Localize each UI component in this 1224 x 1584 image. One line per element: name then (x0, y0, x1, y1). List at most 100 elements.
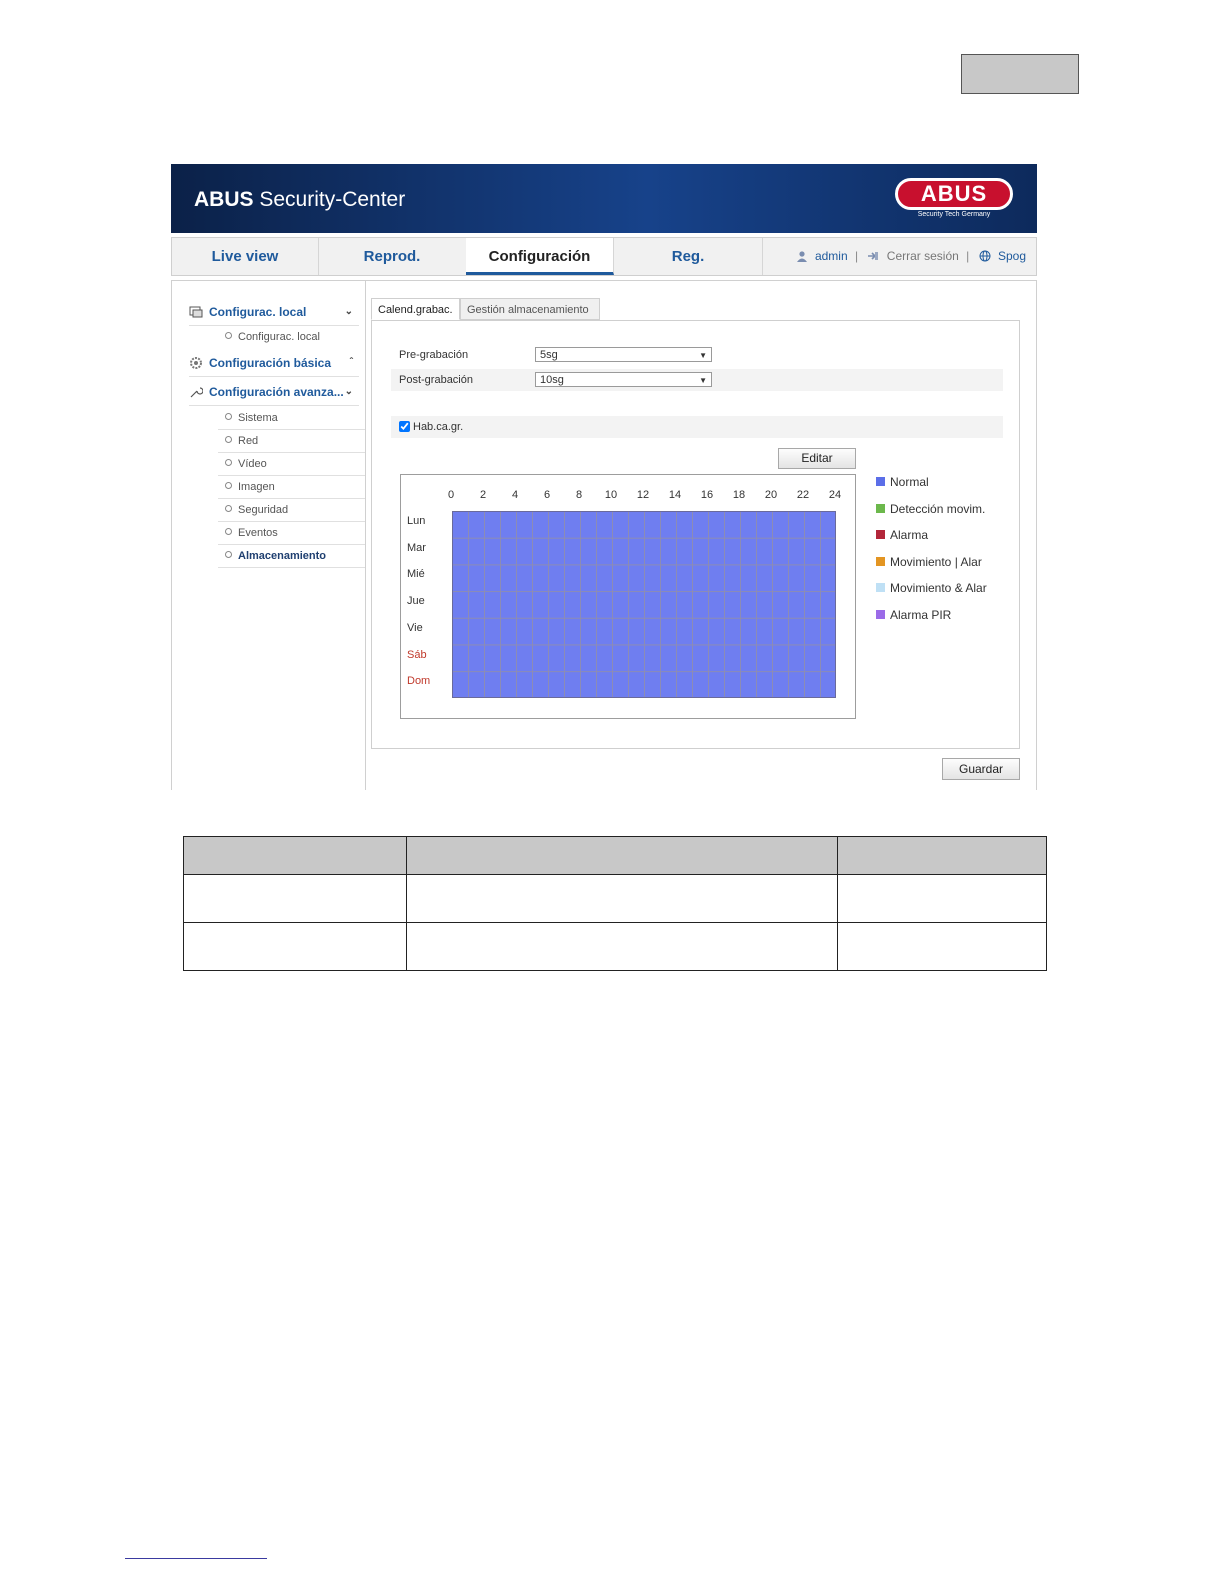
tab-gestion-almacenamiento[interactable]: Gestión almacenamiento (460, 298, 600, 320)
hour-label: 2 (479, 489, 487, 501)
separator: | (966, 249, 970, 263)
table-cell (183, 922, 407, 971)
legend-swatch (876, 583, 885, 593)
hour-label: 24 (828, 489, 842, 501)
hour-label: 16 (700, 489, 714, 501)
sidebar-item-video[interactable]: Vídeo (218, 453, 365, 476)
wrench-icon (190, 387, 203, 398)
day-label: Dom (407, 675, 431, 688)
day-label: Mié (407, 568, 425, 581)
user-bar: admin | Cerrar sesión | Spog (796, 238, 1026, 275)
sidebar-item-seguridad[interactable]: Seguridad (218, 499, 365, 522)
legend-swatch (876, 556, 885, 566)
table-cell (183, 874, 407, 923)
enable-recording-row: Hab.ca.gr. (399, 421, 463, 433)
description-table (183, 836, 1047, 971)
legend-label: Alarma (890, 528, 929, 543)
sidebar-item-configurac-local[interactable]: Configurac. local (218, 326, 365, 348)
sidebar-item-sistema[interactable]: Sistema (218, 407, 365, 430)
user-icon (796, 251, 807, 262)
page-number-box (961, 54, 1079, 94)
legend-label: Normal (890, 475, 929, 489)
day-label: Lun (407, 515, 426, 527)
globe-icon (979, 250, 991, 262)
sidebar-section-local[interactable]: Configurac. local ⌄ (189, 299, 359, 326)
tab-configuracion[interactable]: Configuración (466, 238, 614, 275)
language-link[interactable]: Spog (998, 249, 1026, 263)
dropdown-arrow-icon: ▼ (699, 376, 707, 385)
sidebar-item-imagen[interactable]: Imagen (218, 476, 365, 499)
legend-item: Alarma PIR (876, 608, 951, 622)
hour-label: 18 (732, 489, 746, 501)
sidebar-item-almacenamiento[interactable]: Almacenamiento (218, 545, 365, 568)
separator: | (854, 249, 859, 263)
post-recording-label: Post-grabación (399, 374, 473, 386)
legend-label: Detección movim. (890, 501, 986, 516)
legend-swatch (876, 610, 885, 619)
pre-recording-select[interactable]: 5sg ▼ (535, 347, 712, 362)
enable-recording-checkbox[interactable] (399, 421, 410, 432)
day-label: Sáb (407, 648, 427, 661)
table-header-cell (406, 836, 838, 875)
table-cell (406, 922, 838, 971)
row-background (391, 416, 1003, 438)
tab-reprod[interactable]: Reprod. (318, 238, 467, 275)
schedule-grid[interactable] (452, 511, 836, 698)
chevron-down-icon: ⌄ (344, 386, 353, 397)
gear-icon (190, 357, 202, 369)
tab-calend-grabac[interactable]: Calend.grabac. (371, 298, 460, 320)
day-label: Jue (407, 595, 425, 608)
sidebar: Configurac. local ⌄ Configurac. local Co… (171, 280, 366, 790)
logout-link[interactable]: Cerrar sesión (887, 249, 959, 263)
post-recording-select[interactable]: 10sg ▼ (535, 372, 712, 387)
header-banner: ABUS Security-Center ABUS Security Tech … (171, 164, 1037, 233)
edit-button[interactable]: Editar (778, 448, 856, 469)
schedule-grid-box: 0 2 4 6 8 10 12 14 16 18 20 22 24 Lun Mar Mié Jue Vie Sáb… (400, 474, 856, 719)
sidebar-item-red[interactable]: Red (218, 430, 365, 453)
abus-app-window: ABUS Security-Center ABUS Security Tech … (171, 164, 1037, 790)
legend-label: Movimiento & Alar (890, 581, 987, 596)
hour-label: 20 (764, 489, 778, 501)
sidebar-section-basica[interactable]: Configuración básica ˆ (189, 350, 359, 377)
table-header-row (183, 836, 1047, 875)
legend-label: Movimiento | Alar (890, 554, 982, 569)
user-link[interactable]: admin (815, 249, 848, 263)
abus-logo-tagline: Security Tech Germany (917, 211, 991, 218)
hour-label: 14 (668, 489, 682, 501)
tab-live-view[interactable]: Live view (172, 238, 319, 275)
enable-recording-label: Hab.ca.gr. (413, 421, 464, 433)
table-header-cell (837, 836, 1047, 875)
sidebar-item-eventos[interactable]: Eventos (218, 522, 365, 545)
monitor-icon (189, 306, 203, 318)
hour-label: 6 (543, 489, 551, 501)
hour-label: 8 (575, 489, 583, 501)
app-brand: ABUS Security-Center (194, 188, 406, 211)
main-nav: Live view Reprod. Configuración Reg. adm… (171, 237, 1037, 276)
tab-reg[interactable]: Reg. (614, 238, 763, 275)
day-label: Mar (407, 541, 426, 554)
dropdown-arrow-icon: ▼ (699, 351, 707, 360)
legend-swatch (876, 530, 885, 540)
legend-item: Detección movim. (876, 502, 985, 516)
footer-link-underline (125, 1558, 267, 1559)
table-row (183, 922, 1047, 971)
logout-icon (868, 252, 879, 260)
table-row (183, 874, 1047, 923)
legend-item: Movimiento | Alar (876, 555, 982, 569)
chevron-up-icon: ˆ (349, 357, 353, 368)
legend-item: Normal (876, 475, 929, 489)
save-button[interactable]: Guardar (942, 758, 1020, 780)
chevron-down-icon: ⌄ (344, 306, 353, 317)
table-header-cell (183, 836, 407, 875)
table-cell (837, 874, 1047, 923)
legend-item: Movimiento & Alar (876, 581, 987, 595)
abus-logo: ABUS (895, 178, 1013, 210)
hour-label: 12 (636, 489, 650, 501)
legend-swatch (876, 503, 885, 513)
hour-label: 22 (796, 489, 810, 501)
hour-label: 4 (511, 489, 519, 501)
legend-swatch (876, 477, 885, 486)
day-label: Vie (407, 621, 423, 634)
table-cell (406, 874, 838, 923)
sidebar-section-avanzada[interactable]: Configuración avanza... ⌄ (189, 379, 359, 406)
